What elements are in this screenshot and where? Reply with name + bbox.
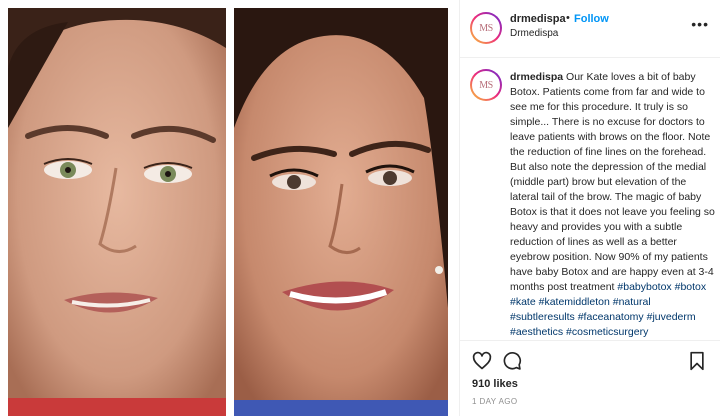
hashtag-link[interactable]: #cosmeticsurgery <box>566 326 648 338</box>
heart-icon[interactable] <box>472 351 492 371</box>
hashtag-link[interactable]: #faceanatomy <box>578 311 644 323</box>
hashtag-link[interactable]: #babybotox <box>617 281 671 293</box>
likes-count[interactable]: 910 likes <box>472 378 518 390</box>
avatar-logo-text: MS <box>479 79 493 91</box>
avatar[interactable]: MS <box>470 12 502 44</box>
avatar-logo-text: MS <box>479 22 493 34</box>
post-sidebar: MS drmedispa • Follow Drmedispa ••• MS d… <box>459 0 720 416</box>
location-link[interactable]: Drmedispa <box>510 28 558 39</box>
after-photo <box>234 8 448 416</box>
before-photo <box>8 8 226 416</box>
hashtag-link[interactable]: #subtleresults <box>510 311 575 323</box>
bookmark-icon[interactable] <box>687 351 707 371</box>
separator-dot: • <box>566 12 570 24</box>
caption-section: MS drmedispa Our Kate loves a bit of bab… <box>460 58 720 340</box>
caption-text: drmedispa Our Kate loves a bit of baby B… <box>510 70 716 340</box>
caption-username[interactable]: drmedispa <box>510 71 563 83</box>
hashtag-link[interactable]: #kate <box>510 296 536 308</box>
hashtag-link[interactable]: #juvederm <box>647 311 696 323</box>
post-timestamp[interactable]: 1 DAY AGO <box>472 397 518 406</box>
caption-body: Our Kate loves a bit of baby Botox. Pati… <box>510 71 715 293</box>
hashtag-link[interactable]: #katemiddleton <box>539 296 610 308</box>
more-options-icon[interactable]: ••• <box>691 16 709 32</box>
comment-icon[interactable] <box>502 351 522 371</box>
action-bar: 910 likes 1 DAY AGO <box>460 340 720 416</box>
hashtag-link[interactable]: #botox <box>675 281 707 293</box>
follow-button[interactable]: Follow <box>574 13 609 25</box>
username-link[interactable]: drmedispa <box>510 13 566 25</box>
hashtag-link[interactable]: #natural <box>613 296 651 308</box>
hashtag-link[interactable]: #aesthetics <box>510 326 563 338</box>
caption-avatar[interactable]: MS <box>470 69 502 101</box>
post-image[interactable] <box>0 0 459 416</box>
post-header: MS drmedispa • Follow Drmedispa ••• <box>460 0 720 58</box>
